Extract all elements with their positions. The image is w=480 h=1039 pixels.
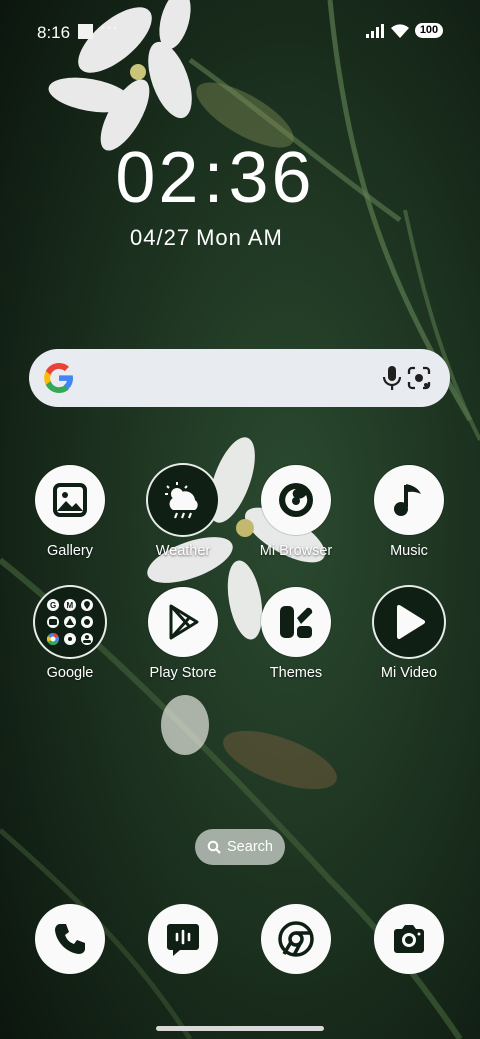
app-themes[interactable]: Themes [241, 587, 351, 681]
app-label-google: Google [46, 665, 94, 681]
app-gallery[interactable]: Gallery [15, 465, 125, 559]
mi-browser-icon [261, 465, 331, 535]
app-label-gallery: Gallery [47, 543, 93, 559]
app-label-themes: Themes [269, 665, 323, 681]
clock-minutes: 36 [228, 138, 315, 218]
themes-icon [261, 587, 331, 657]
search-icon [207, 840, 221, 854]
app-play-store[interactable]: Play Store [128, 587, 238, 681]
weekday-text: Mon [196, 225, 242, 250]
app-search-button[interactable]: Search [195, 829, 285, 865]
play-icon [374, 587, 444, 657]
app-label-weather: Weather [155, 543, 211, 559]
weather-icon [148, 465, 218, 535]
more-notifications-indicator: ··· [100, 19, 119, 36]
app-label-play-store: Play Store [149, 665, 217, 681]
play-store-icon [148, 587, 218, 657]
gallery-icon [35, 465, 105, 535]
app-label-music: Music [390, 543, 428, 559]
music-note-icon [374, 465, 444, 535]
messages-icon[interactable] [148, 904, 218, 974]
phone-icon[interactable] [35, 904, 105, 974]
battery-level: 100 [415, 23, 443, 38]
gesture-navigation-bar[interactable] [156, 1026, 324, 1031]
camera-icon[interactable] [374, 904, 444, 974]
microphone-icon[interactable] [381, 365, 403, 391]
app-music[interactable]: Music [354, 465, 464, 559]
google-lens-icon[interactable] [407, 366, 431, 390]
app-label-mi-video: Mi Video [380, 665, 438, 681]
wifi-icon [391, 24, 409, 38]
status-time: 8:16 [37, 23, 71, 42]
app-search-label: Search [227, 839, 273, 855]
signal-icon [366, 24, 384, 38]
app-weather[interactable]: Weather [128, 465, 238, 559]
ampm-text: AM [247, 225, 283, 250]
google-folder-icon: G M [35, 587, 105, 657]
svg-text:G: G [50, 601, 56, 610]
clock-colon: : [203, 138, 227, 218]
app-mi-browser[interactable]: Mi Browser [241, 465, 351, 559]
chrome-icon[interactable] [261, 904, 331, 974]
google-g-icon [44, 363, 73, 393]
notification-square-icon [78, 24, 93, 39]
home-date[interactable]: 04/27 Mon AM [130, 225, 289, 251]
svg-text:M: M [67, 601, 74, 610]
clock-hours: 02 [115, 138, 202, 218]
google-search-bar[interactable] [29, 349, 450, 407]
app-google-folder[interactable]: G M Google [15, 587, 125, 681]
home-clock[interactable]: 02:36 [0, 137, 430, 219]
app-mi-video[interactable]: Mi Video [354, 587, 464, 681]
status-bar: 8:16 ··· 100 [0, 0, 480, 64]
date-text: 04/27 [130, 225, 191, 250]
app-label-mi-browser: Mi Browser [259, 543, 333, 559]
